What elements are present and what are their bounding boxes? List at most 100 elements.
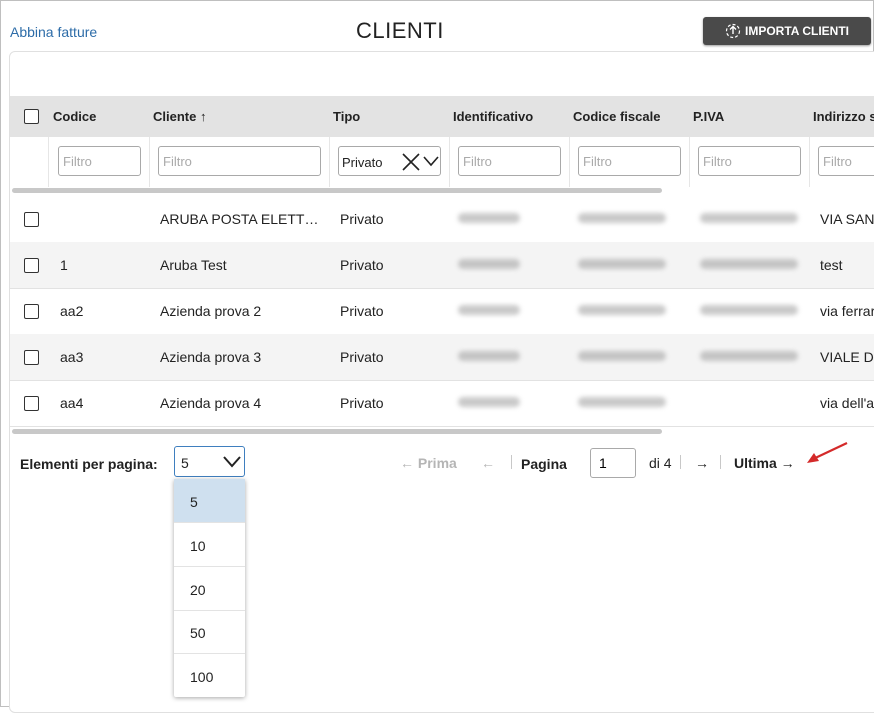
column-divider: [48, 137, 49, 187]
column-header-codice[interactable]: Codice: [53, 109, 96, 124]
pager-divider: [720, 455, 721, 469]
cell-codice: 1: [60, 257, 68, 273]
redacted-codice-fiscale: [578, 305, 666, 315]
redacted-codice-fiscale: [578, 213, 666, 223]
cell-cliente: Azienda prova 3: [160, 349, 262, 365]
column-divider: [809, 137, 810, 187]
cell-cliente: ARUBA POSTA ELETT…: [160, 211, 319, 227]
per-page-option-label: 50: [190, 625, 206, 641]
redacted-codice-fiscale: [578, 259, 666, 269]
table-row[interactable]: aa2 Azienda prova 2 Privato via ferrar: [10, 288, 874, 335]
page-title: CLIENTI: [356, 18, 444, 43]
cell-tipo: Privato: [340, 257, 384, 273]
filter-row: Privato: [10, 137, 874, 187]
per-page-option[interactable]: 10: [174, 523, 245, 567]
column-divider: [329, 137, 330, 187]
cell-cliente: Azienda prova 4: [160, 395, 262, 411]
filter-indirizzo-input[interactable]: [818, 146, 874, 176]
last-page-button[interactable]: Ultima →: [734, 455, 795, 471]
column-header-tipo[interactable]: Tipo: [333, 109, 360, 124]
select-all-checkbox[interactable]: [24, 109, 39, 124]
column-header-cliente[interactable]: Cliente ↑: [153, 109, 206, 124]
first-page-button[interactable]: ← Prima: [400, 455, 457, 471]
column-header-piva[interactable]: P.IVA: [693, 109, 724, 124]
cell-tipo: Privato: [340, 349, 384, 365]
filter-tipo-select[interactable]: Privato: [338, 146, 441, 176]
per-page-option[interactable]: 100: [174, 654, 245, 697]
table-row[interactable]: ARUBA POSTA ELETT… Privato VIA SAN: [10, 196, 874, 243]
cell-codice: aa4: [60, 395, 84, 411]
table-header: Codice Cliente ↑ Tipo Identificativo Cod…: [10, 96, 874, 137]
next-page-button[interactable]: →: [695, 455, 709, 471]
cell-indirizzo: VIA SAN: [820, 211, 874, 227]
cell-codice: aa2: [60, 303, 84, 319]
import-clients-label: IMPORTA CLIENTI: [745, 24, 849, 38]
table-row[interactable]: 1 Aruba Test Privato test: [10, 242, 874, 289]
cell-tipo: Privato: [340, 395, 384, 411]
filter-tipo-value: Privato: [342, 155, 383, 170]
horizontal-scrollbar-top[interactable]: [12, 188, 662, 193]
column-divider: [449, 137, 450, 187]
page-number-input[interactable]: [590, 448, 636, 478]
abbina-fatture-link[interactable]: Abbina fatture: [10, 24, 97, 40]
row-checkbox[interactable]: [24, 350, 39, 365]
redacted-identificativo: [458, 213, 520, 223]
filter-identificativo-input[interactable]: [458, 146, 561, 176]
per-page-option[interactable]: 50: [174, 610, 245, 654]
page-count: di 4: [649, 455, 672, 471]
column-divider: [689, 137, 690, 187]
redacted-codice-fiscale: [578, 397, 666, 407]
filter-codice-input[interactable]: [58, 146, 141, 176]
pager-divider: [511, 455, 512, 469]
table-row[interactable]: aa4 Azienda prova 4 Privato via dell'a: [10, 380, 874, 427]
redacted-codice-fiscale: [578, 351, 666, 361]
column-header-codice-fiscale[interactable]: Codice fiscale: [573, 109, 660, 124]
cell-indirizzo: via dell'a: [820, 395, 874, 411]
cell-cliente: Azienda prova 2: [160, 303, 262, 319]
chevron-down-icon: [223, 456, 241, 468]
row-checkbox[interactable]: [24, 258, 39, 273]
cell-codice: aa3: [60, 349, 84, 365]
column-header-identificativo[interactable]: Identificativo: [453, 109, 533, 124]
row-checkbox[interactable]: [24, 396, 39, 411]
prev-page-button[interactable]: ←: [481, 455, 495, 471]
redacted-identificativo: [458, 397, 520, 407]
filter-cliente-input[interactable]: [158, 146, 321, 176]
per-page-label: Elementi per pagina:: [20, 456, 158, 472]
redacted-piva: [700, 305, 798, 315]
column-divider: [149, 137, 150, 187]
cell-indirizzo: via ferrar: [820, 303, 874, 319]
pager-divider: [680, 455, 681, 469]
per-page-option-label: 5: [190, 494, 198, 510]
redacted-identificativo: [458, 305, 520, 315]
per-page-option[interactable]: 5: [174, 479, 245, 523]
filter-piva-input[interactable]: [698, 146, 801, 176]
per-page-select[interactable]: 5: [174, 446, 245, 477]
filter-codice-fiscale-input[interactable]: [578, 146, 681, 176]
redacted-identificativo: [458, 259, 520, 269]
per-page-option-label: 10: [190, 538, 206, 554]
row-checkbox[interactable]: [24, 212, 39, 227]
column-divider: [569, 137, 570, 187]
redacted-piva: [700, 259, 798, 269]
row-checkbox[interactable]: [24, 304, 39, 319]
cell-indirizzo: VIALE D: [820, 349, 874, 365]
horizontal-scrollbar-bottom[interactable]: [12, 429, 662, 434]
clear-icon[interactable]: [401, 153, 421, 171]
redacted-piva: [700, 351, 798, 361]
per-page-option[interactable]: 20: [174, 567, 245, 611]
redacted-identificativo: [458, 351, 520, 361]
annotation-arrow-icon: [807, 442, 848, 463]
import-clients-button[interactable]: IMPORTA CLIENTI: [703, 17, 871, 45]
cell-cliente: Aruba Test: [160, 257, 227, 273]
per-page-dropdown: 5 10 20 50 100: [174, 479, 245, 697]
cell-tipo: Privato: [340, 303, 384, 319]
column-header-indirizzo[interactable]: Indirizzo s: [813, 109, 874, 124]
cell-indirizzo: test: [820, 257, 843, 273]
page-label: Pagina: [521, 456, 567, 472]
redacted-piva: [700, 213, 798, 223]
cell-tipo: Privato: [340, 211, 384, 227]
table-row[interactable]: aa3 Azienda prova 3 Privato VIALE D: [10, 334, 874, 381]
per-page-value: 5: [181, 455, 189, 471]
chevron-down-icon: [423, 156, 439, 167]
